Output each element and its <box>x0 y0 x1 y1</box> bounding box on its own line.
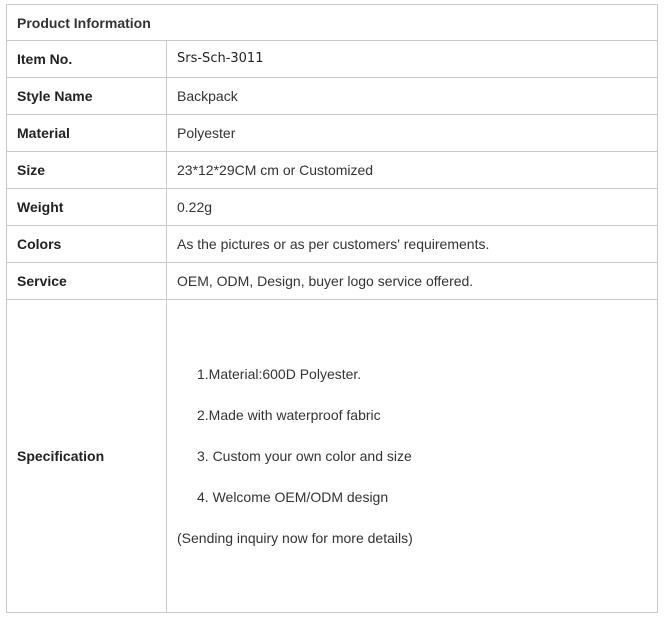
row-value: As the pictures or as per customers' req… <box>166 225 658 263</box>
row-label: Style Name <box>6 77 167 115</box>
table-row-style-name: Style Name Backpack <box>6 77 658 115</box>
specification-list: 1.Material:600D Polyester. 2.Made with w… <box>166 299 658 613</box>
row-label: Item No. <box>6 40 167 78</box>
table-title: Product Information <box>6 4 658 41</box>
row-label: Weight <box>6 188 167 226</box>
row-label: Material <box>6 114 167 152</box>
table-row-material: Material Polyester <box>6 114 658 152</box>
table-header-row: Product Information <box>6 4 658 41</box>
row-value: 0.22g <box>166 188 658 226</box>
product-info-table: Product Information Item No. Srs-Sch-301… <box>6 4 658 613</box>
row-label: Size <box>6 151 167 189</box>
row-value: Polyester <box>166 114 658 152</box>
spec-note: (Sending inquiry now for more details) <box>177 530 413 546</box>
spec-item: 3. Custom your own color and size <box>197 448 412 464</box>
spec-item: 2.Made with waterproof fabric <box>197 407 381 423</box>
spec-item: 4. Welcome OEM/ODM design <box>197 489 389 505</box>
spec-item: 1.Material:600D Polyester. <box>197 366 362 382</box>
row-value: OEM, ODM, Design, buyer logo service off… <box>166 262 658 300</box>
table-row-size: Size 23*12*29CM cm or Customized <box>6 151 658 189</box>
row-value: Srs-Sch-3011 <box>166 40 658 78</box>
row-label: Service <box>6 262 167 300</box>
table-row-weight: Weight 0.22g <box>6 188 658 226</box>
table-row-item-no: Item No. Srs-Sch-3011 <box>6 40 658 78</box>
row-value: Backpack <box>166 77 658 115</box>
table-row-service: Service OEM, ODM, Design, buyer logo ser… <box>6 262 658 300</box>
row-label: Colors <box>6 225 167 263</box>
row-value: 23*12*29CM cm or Customized <box>166 151 658 189</box>
row-label: Specification <box>6 299 167 613</box>
table-row-specification: Specification 1.Material:600D Polyester.… <box>6 299 658 613</box>
table-row-colors: Colors As the pictures or as per custome… <box>6 225 658 263</box>
